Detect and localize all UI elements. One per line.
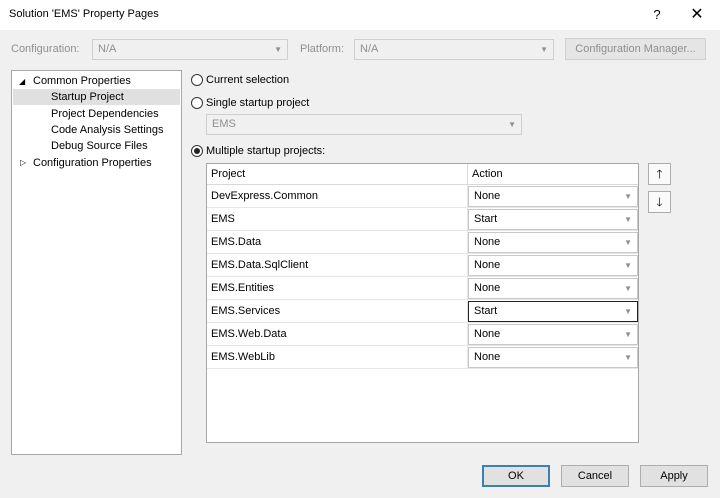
project-name: EMS.Data.SqlClient — [211, 259, 309, 271]
project-name: EMS.WebLib — [211, 351, 275, 363]
table-row: EMS.WebLib None ▼ — [207, 346, 638, 369]
platform-value: N/A — [360, 43, 379, 55]
single-startup-radio[interactable] — [191, 97, 203, 109]
cancel-button[interactable]: Cancel — [561, 465, 629, 487]
action-value: None — [474, 190, 501, 202]
configuration-manager-button[interactable]: Configuration Manager... — [565, 38, 706, 60]
chevron-down-icon: ▼ — [508, 120, 516, 129]
chevron-down-icon: ▼ — [540, 45, 548, 54]
table-row: EMS.Entities None ▼ — [207, 277, 638, 300]
table-row: EMS Start ▼ — [207, 208, 638, 231]
collapse-triangle-icon[interactable]: ◢ — [19, 77, 25, 86]
multiple-startup-radio[interactable] — [191, 145, 203, 157]
window-title: Solution 'EMS' Property Pages — [9, 8, 159, 20]
arrow-down-icon: 🡓 — [656, 195, 663, 209]
ok-button[interactable]: OK — [482, 465, 550, 487]
tree-item-startup-project[interactable]: Startup Project — [13, 89, 180, 105]
action-select[interactable]: None ▼ — [468, 347, 638, 368]
single-startup-label: Single startup project — [206, 97, 310, 109]
action-select[interactable]: None ▼ — [468, 324, 638, 345]
chevron-down-icon: ▼ — [624, 192, 632, 201]
current-selection-radio[interactable] — [191, 74, 203, 86]
action-value: None — [474, 328, 501, 340]
platform-select[interactable]: N/A ▼ — [354, 39, 554, 60]
tree-item-debug-source-files[interactable]: Debug Source Files — [51, 138, 148, 154]
project-name: DevExpress.Common — [211, 190, 318, 202]
action-value: None — [474, 236, 501, 248]
column-header-action[interactable]: Action — [468, 164, 638, 185]
tree-item-common-properties[interactable]: Common Properties — [33, 73, 131, 89]
action-select[interactable]: None ▼ — [468, 186, 638, 207]
multiple-startup-label: Multiple startup projects: — [206, 145, 326, 157]
action-value: None — [474, 351, 501, 363]
chevron-down-icon: ▼ — [624, 238, 632, 247]
tree-item-code-analysis-settings[interactable]: Code Analysis Settings — [51, 122, 164, 138]
platform-label: Platform: — [300, 43, 345, 55]
action-select[interactable]: None ▼ — [468, 255, 638, 276]
project-name: EMS.Entities — [211, 282, 274, 294]
project-name: EMS.Web.Data — [211, 328, 287, 340]
table-row: EMS.Web.Data None ▼ — [207, 323, 638, 346]
project-name: EMS.Data — [211, 236, 262, 248]
action-select[interactable]: None ▼ — [468, 278, 638, 299]
action-value: None — [474, 282, 501, 294]
arrow-up-icon: 🡑 — [656, 167, 663, 181]
close-button[interactable]: ✕ — [684, 4, 710, 26]
expand-triangle-icon[interactable]: ▷ — [20, 158, 26, 167]
column-header-project[interactable]: Project — [207, 164, 468, 185]
chevron-down-icon: ▼ — [624, 307, 632, 316]
action-select[interactable]: Start ▼ — [468, 301, 638, 322]
chevron-down-icon: ▼ — [624, 215, 632, 224]
help-button[interactable]: ? — [644, 4, 670, 26]
single-startup-value: EMS — [212, 118, 236, 130]
table-row: EMS.Data None ▼ — [207, 231, 638, 254]
apply-button[interactable]: Apply — [640, 465, 708, 487]
chevron-down-icon: ▼ — [624, 353, 632, 362]
action-value: Start — [474, 213, 498, 225]
single-startup-select[interactable]: EMS ▼ — [206, 114, 522, 135]
configuration-value: N/A — [98, 43, 117, 55]
chevron-down-icon: ▼ — [624, 261, 632, 270]
current-selection-label: Current selection — [206, 74, 290, 86]
move-up-button[interactable]: 🡑 — [648, 163, 671, 185]
chevron-down-icon: ▼ — [624, 284, 632, 293]
tree-item-project-dependencies[interactable]: Project Dependencies — [51, 106, 159, 122]
chevron-down-icon: ▼ — [624, 330, 632, 339]
tree-item-configuration-properties[interactable]: Configuration Properties — [33, 155, 152, 171]
table-row: EMS.Services Start ▼ — [207, 300, 638, 323]
table-row: DevExpress.Common None ▼ — [207, 185, 638, 208]
configuration-select[interactable]: N/A ▼ — [92, 39, 288, 60]
action-select[interactable]: None ▼ — [468, 232, 638, 253]
action-value: Start — [474, 305, 498, 317]
project-name: EMS — [211, 213, 235, 225]
action-select[interactable]: Start ▼ — [468, 209, 638, 230]
move-down-button[interactable]: 🡓 — [648, 191, 671, 213]
startup-projects-grid: Project Action DevExpress.Common None ▼ E… — [206, 163, 639, 443]
chevron-down-icon: ▼ — [274, 45, 282, 54]
action-value: None — [474, 259, 501, 271]
configuration-label: Configuration: — [11, 43, 80, 55]
property-tree: ◢ Common Properties Startup Project Proj… — [11, 70, 182, 455]
table-row: EMS.Data.SqlClient None ▼ — [207, 254, 638, 277]
project-name: EMS.Services — [211, 305, 281, 317]
